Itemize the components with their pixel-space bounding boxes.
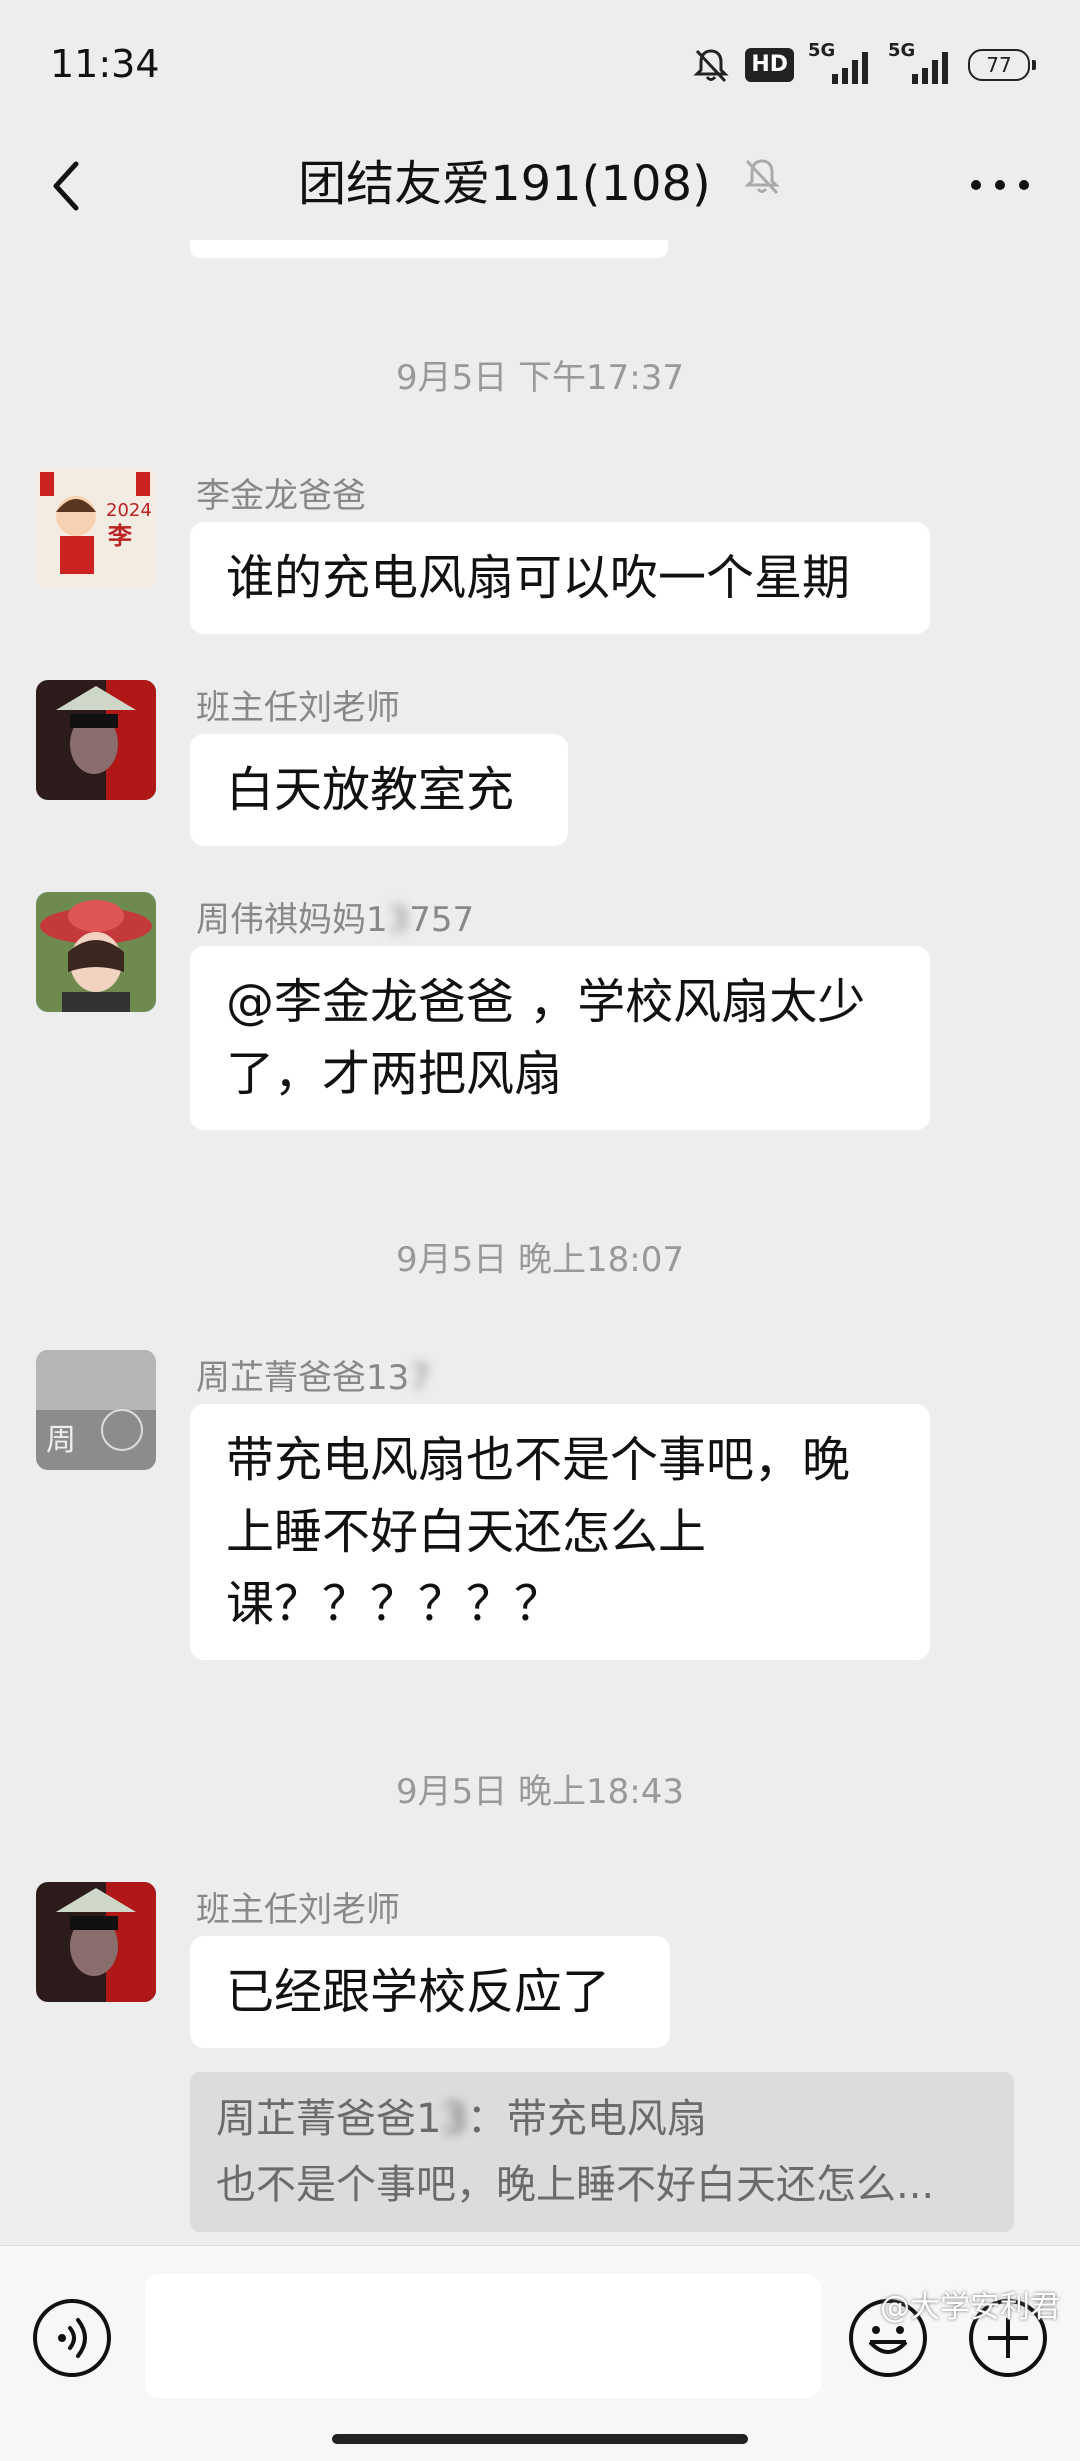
sender-name: 班主任刘老师: [196, 1890, 400, 1930]
timestamp: 9月5日 晚上18:43: [395, 1772, 685, 1812]
status-bar: 11:34 HD 5G 5G 77: [0, 0, 1080, 130]
avatar[interactable]: [36, 680, 156, 800]
more-icon: [971, 180, 981, 190]
message-input[interactable]: [145, 2274, 821, 2398]
avatar[interactable]: [36, 892, 156, 1012]
mute-bell-icon: [742, 155, 782, 203]
hd-badge: HD: [745, 48, 794, 82]
message-bubble[interactable]: 已经跟学校反应了: [190, 1936, 670, 2048]
sender-name: 周芷菁爸爸137: [196, 1358, 431, 1398]
avatar[interactable]: 2024 李: [36, 468, 156, 588]
watermark: @大学安利君: [880, 2290, 1060, 2325]
status-time: 11:34: [50, 42, 160, 86]
timestamp: 9月5日 晚上18:07: [395, 1240, 685, 1280]
input-bar: [0, 2245, 1080, 2461]
chat-area[interactable]: 9月5日 下午17:37 2024 李 李金龙爸爸 谁的充电风扇可以吹一个星期 …: [0, 240, 1080, 2245]
sender-name: 周伟祺妈妈13757: [196, 900, 475, 940]
message-bubble-partial[interactable]: [190, 240, 668, 258]
avatar[interactable]: [36, 1882, 156, 2002]
message-bubble[interactable]: 谁的充电风扇可以吹一个星期: [190, 522, 930, 634]
sender-name: 班主任刘老师: [196, 688, 400, 728]
redacted-phone: 7: [409, 1358, 431, 1398]
status-icons: HD 5G 5G 77: [691, 40, 1036, 90]
mute-notification-icon: [693, 49, 729, 83]
message-bubble[interactable]: 白天放教室充: [190, 734, 568, 846]
svg-text:2024: 2024: [106, 500, 152, 521]
message-bubble[interactable]: 带充电风扇也不是个事吧，晚 上睡不好白天还怎么上 课？？？？？？: [190, 1404, 930, 1660]
redacted-phone: 3: [441, 2096, 467, 2142]
timestamp: 9月5日 下午17:37: [395, 358, 685, 398]
avatar[interactable]: 周: [36, 1350, 156, 1470]
signal-icon-1: 5G: [808, 40, 874, 86]
voice-button[interactable]: [30, 2296, 114, 2384]
sender-name: 李金龙爸爸: [196, 476, 366, 516]
message-bubble[interactable]: @李金龙爸爸 ，学校风扇太少 了，才两把风扇: [190, 946, 930, 1130]
chat-title: 团结友爱191(108): [298, 156, 711, 212]
battery-icon: 77: [968, 49, 1036, 81]
home-indicator[interactable]: [332, 2434, 748, 2444]
signal-icon-2: 5G: [888, 40, 954, 86]
title-bar: 团结友爱191(108): [0, 130, 1080, 240]
quoted-message[interactable]: 周芷菁爸爸13：带充电风扇 也不是个事吧，晚上睡不好白天还怎么...: [190, 2072, 1014, 2232]
redacted-phone: 3: [387, 900, 410, 940]
svg-text:周: 周: [46, 1423, 76, 1458]
more-button[interactable]: [960, 150, 1040, 220]
svg-text:李: 李: [108, 522, 132, 550]
voice-icon: [33, 2299, 111, 2377]
